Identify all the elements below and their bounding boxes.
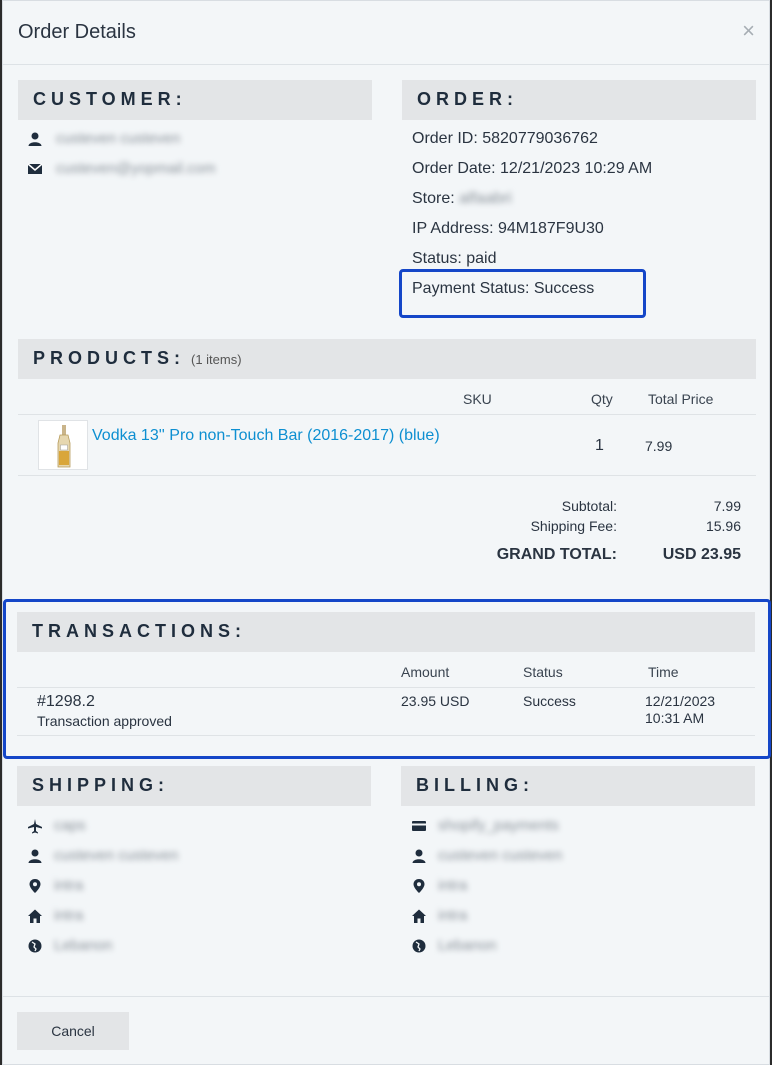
order-heading: ORDER: (417, 89, 518, 109)
transactions-section-header: TRANSACTIONS: (17, 612, 755, 652)
cancel-button[interactable]: Cancel (17, 1012, 129, 1050)
user-icon (28, 132, 42, 146)
shipping-method: caps (54, 817, 86, 834)
order-store-label: Store: (412, 190, 460, 207)
map-pin-icon (29, 879, 41, 893)
close-button[interactable]: × (742, 20, 755, 42)
products-heading: PRODUCTS: (1 items) (33, 348, 242, 369)
products-section-header: PRODUCTS: (1 items) (18, 339, 756, 379)
credit-card-icon (412, 821, 426, 831)
customer-heading: CUSTOMER: (33, 89, 187, 109)
modal-title: Order Details (18, 21, 136, 43)
customer-email: custeven@yopmail.com (56, 160, 216, 177)
products-col-qty: Qty (591, 391, 613, 407)
shipping-city: intra (54, 877, 84, 894)
product-thumbnail (38, 420, 88, 470)
user-icon (412, 849, 426, 863)
transaction-id: #1298.2 (37, 693, 95, 710)
products-count: (1 items) (191, 352, 242, 367)
order-store: Store: alfaabri (412, 190, 512, 208)
shipping-country: Lebanon (54, 937, 113, 954)
shipping-section-header: SHIPPING: (17, 766, 371, 806)
order-details-modal: Order Details × CUSTOMER: custeven custe… (2, 0, 771, 1065)
order-ip-address: IP Address: 94M187F9U30 (412, 220, 604, 237)
airplane-icon (28, 819, 42, 834)
footer-divider (3, 996, 769, 997)
billing-country: Lebanon (438, 937, 497, 954)
subtotal-label: Subtotal: (561, 498, 617, 514)
products-col-total: Total Price (648, 391, 714, 407)
divider (18, 475, 756, 476)
shipping-fee-value: 15.96 (705, 518, 741, 534)
transactions-heading: TRANSACTIONS: (32, 621, 246, 641)
order-store-value: alfaabri (459, 190, 512, 207)
divider (17, 687, 755, 688)
transaction-message: Transaction approved (37, 713, 172, 729)
payment-status-highlight (399, 269, 646, 318)
billing-section-header: BILLING: (401, 766, 755, 806)
user-icon (28, 849, 42, 863)
home-icon (412, 909, 426, 923)
globe-icon (28, 939, 42, 953)
billing-city: intra (438, 877, 468, 894)
transaction-date: 12/21/2023 (645, 693, 716, 709)
billing-gateway: shopify_payments (438, 817, 559, 834)
shipping-fee-label: Shipping Fee: (530, 518, 617, 534)
billing-heading: BILLING: (416, 775, 534, 795)
customer-name: custeven custeven (56, 130, 181, 147)
order-status: Status: paid (412, 250, 497, 267)
product-total: 7.99 (645, 438, 673, 454)
shipping-name: custeven custeven (54, 847, 179, 864)
grand-total-label: GRAND TOTAL: (496, 546, 617, 563)
order-section-header: ORDER: (402, 80, 756, 120)
transaction-time: 10:31 AM (645, 710, 705, 726)
divider (18, 414, 756, 415)
order-id: Order ID: 5820779036762 (412, 130, 598, 147)
customer-section-header: CUSTOMER: (18, 80, 372, 120)
product-qty: 1 (595, 437, 604, 454)
transaction-status: Success (523, 693, 576, 709)
billing-name: custeven custeven (438, 847, 563, 864)
home-icon (28, 909, 42, 923)
shipping-address: intra (54, 907, 84, 924)
products-heading-label: PRODUCTS: (33, 348, 185, 368)
billing-address: intra (438, 907, 468, 924)
modal-header: Order Details × (3, 1, 769, 65)
transactions-col-amount: Amount (401, 664, 450, 680)
shipping-heading: SHIPPING: (32, 775, 170, 795)
bottle-icon (57, 425, 71, 468)
product-link[interactable]: Vodka 13'' Pro non-Touch Bar (2016-2017)… (92, 427, 440, 445)
transactions-col-time: Time (648, 664, 679, 680)
order-date: Order Date: 12/21/2023 10:29 AM (412, 160, 653, 177)
transaction-amount: 23.95 USD (401, 693, 470, 709)
globe-icon (412, 939, 426, 953)
map-pin-icon (413, 879, 425, 893)
products-col-sku: SKU (463, 391, 492, 407)
subtotal-value: 7.99 (713, 498, 741, 514)
envelope-icon (27, 163, 43, 174)
transactions-col-status: Status (523, 664, 563, 680)
grand-total-value: USD 23.95 (662, 546, 741, 563)
divider (17, 735, 755, 736)
